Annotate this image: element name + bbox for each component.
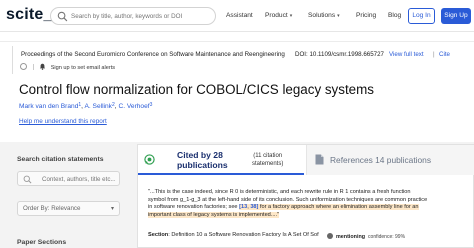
nav-product[interactable]: Product ▾ [265, 12, 292, 19]
cite-link[interactable]: Cite [439, 51, 450, 58]
order-by-label: Order By: Relevance [23, 205, 81, 212]
search-citation-statements-heading: Search citation statements [17, 156, 104, 163]
citation-statement-text: "...This is the case indeed, since R 0 i… [148, 189, 428, 219]
divider [12, 46, 13, 74]
global-search-box[interactable] [50, 7, 216, 25]
view-full-text-link[interactable]: View full text [389, 51, 424, 58]
help-understand-report-link[interactable]: Help me understand this report [19, 118, 107, 125]
cited-by-count-line: Cited by 28 [177, 150, 223, 160]
alert-row: Sign up to set email alerts [20, 63, 115, 71]
nav-solutions-label: Solutions [308, 12, 336, 19]
author-affiliation-number: 3 [149, 102, 153, 108]
citation-statements-count: (11 citation statements) [252, 152, 283, 168]
chevron-down-icon: ▾ [289, 13, 293, 19]
context-search-box[interactable] [17, 171, 120, 186]
paper-sections-heading[interactable]: Paper Sections [17, 239, 66, 246]
cited-by-count-line: publications [177, 160, 228, 170]
citation-badge-icon[interactable] [20, 63, 27, 70]
citation-statements-area: Search citation statements Order By: Rel… [0, 142, 474, 248]
citation-statements-line: (11 citation [253, 153, 283, 159]
author-list: Mark van den Brand1, A. Sellink2, C. Ver… [19, 102, 153, 110]
login-button[interactable]: Log In [408, 8, 435, 24]
nav-assistant[interactable]: Assistant [226, 12, 253, 19]
divider [32, 64, 34, 70]
cited-by-count: Cited by 28 publications [177, 150, 228, 170]
scite-logo[interactable]: scite_ [6, 6, 53, 24]
reference-link[interactable]: [13 [239, 204, 247, 210]
search-icon [57, 11, 68, 22]
classification-badge: mentioning confidence: 99% [327, 233, 405, 240]
section-label: Section [148, 232, 169, 238]
mentioning-dot-icon [327, 233, 333, 239]
author-link[interactable]: A. Sellink [84, 103, 112, 110]
paper-doi[interactable]: DOI: 10.1109/csmr.1998.665727 [295, 51, 384, 58]
section-text: : Definition 10 a Software Renovation Fa… [168, 232, 319, 238]
nav-blog[interactable]: Blog [388, 12, 401, 19]
citations-panel: Cited by 28 publications (11 citation st… [137, 144, 474, 248]
author-link[interactable]: Mark van den Brand [19, 103, 78, 110]
nav-pricing[interactable]: Pricing [356, 12, 376, 19]
confidence-value: confidence: 99% [368, 234, 406, 240]
paper-venue: Proceedings of the Second Euromicro Conf… [21, 51, 285, 58]
statement-section: Section: Definition 10 a Software Renova… [148, 232, 328, 239]
tab-cited-by[interactable]: Cited by 28 publications (11 citation st… [138, 145, 304, 175]
paper-header: Proceedings of the Second Euromicro Conf… [0, 41, 474, 142]
paper-title: Control flow normalization for COBOL/CIC… [19, 82, 374, 97]
nav-solutions[interactable]: Solutions ▾ [308, 12, 340, 19]
author-link[interactable]: C. Verhoef [118, 103, 149, 110]
chevron-down-icon: ▾ [337, 13, 340, 19]
context-search-input[interactable] [42, 174, 118, 184]
top-navigation-bar: scite_ Assistant Product▾ Solutions▾ Pri… [0, 0, 474, 32]
order-by-select[interactable]: Order By: Relevance ▾ [17, 201, 120, 216]
search-icon [23, 175, 32, 184]
references-count: References 14 publications [330, 155, 432, 165]
cited-by-icon [144, 154, 155, 165]
global-search-input[interactable] [71, 10, 211, 23]
signup-button[interactable]: Sign Up [441, 8, 471, 24]
chevron-down-icon: ▾ [110, 206, 114, 212]
bell-icon [40, 63, 46, 70]
document-icon [315, 154, 324, 165]
citation-statements-line: statements) [252, 161, 284, 167]
classification-label: mentioning [336, 234, 366, 240]
link-separator: | [433, 51, 435, 58]
email-alerts-link[interactable]: Sign up to set email alerts [51, 65, 115, 71]
nav-product-label: Product [265, 12, 288, 19]
tab-references[interactable]: References 14 publications [306, 145, 474, 175]
